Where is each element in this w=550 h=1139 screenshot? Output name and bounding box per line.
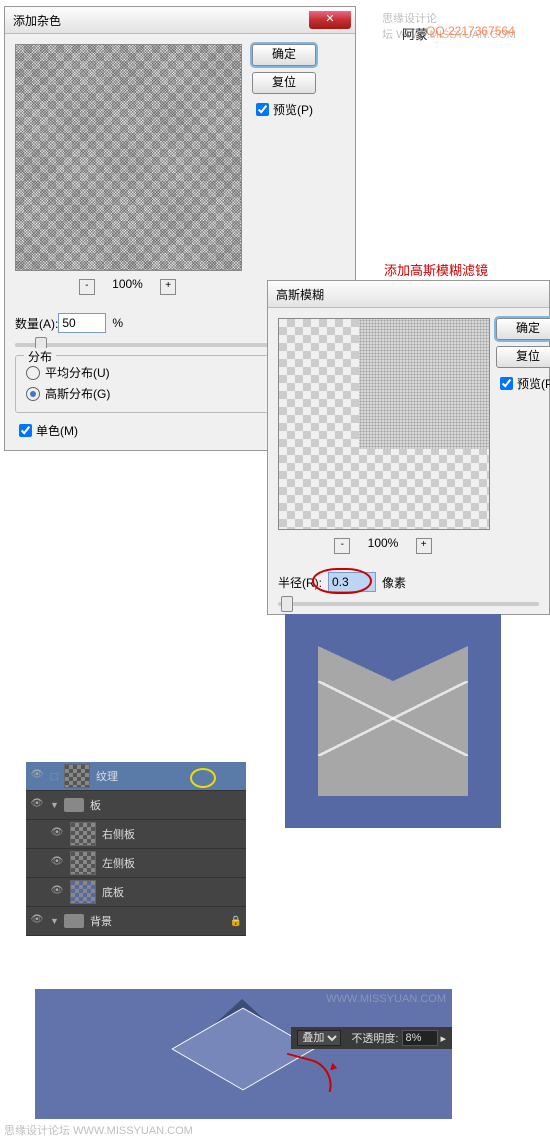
- group-legend: 分布: [24, 348, 56, 365]
- box-3d-icon: [187, 999, 297, 1109]
- dropdown-icon[interactable]: ▸: [440, 1032, 446, 1045]
- layer-label: 底板: [102, 884, 124, 900]
- titlebar[interactable]: 高斯模糊: [268, 281, 549, 308]
- layer-left-board[interactable]: 👁 左侧板: [26, 849, 246, 878]
- visibility-icon[interactable]: 👁: [30, 798, 44, 812]
- layer-thumbnail: [64, 764, 90, 788]
- layer-thumbnail: [70, 880, 96, 904]
- blur-preview: [278, 318, 490, 530]
- layer-label: 背景: [90, 913, 112, 929]
- layer-label: 右侧板: [102, 826, 135, 842]
- visibility-icon[interactable]: 👁: [30, 914, 44, 928]
- texture-result-preview: [285, 614, 501, 828]
- folder-icon: [64, 798, 84, 812]
- reset-button[interactable]: 复位: [252, 72, 316, 94]
- titlebar[interactable]: 添加杂色 ✕: [5, 7, 355, 34]
- link-icon: ⬚: [50, 771, 64, 782]
- unit-label: 像素: [382, 574, 406, 591]
- zoom-out-button[interactable]: -: [79, 279, 95, 295]
- zoom-in-button[interactable]: +: [160, 279, 176, 295]
- pct-label: %: [112, 316, 123, 330]
- layer-texture[interactable]: 👁 ⬚ 纹理: [26, 762, 246, 791]
- zoom-level: 100%: [112, 277, 143, 291]
- watermark-arrow: WWW.MISSYUAN.COM: [326, 993, 446, 1005]
- preview-checkbox[interactable]: [256, 103, 269, 116]
- ok-button[interactable]: 确定: [252, 44, 316, 66]
- layer-label: 纹理: [96, 768, 118, 784]
- layer-thumbnail: [70, 851, 96, 875]
- layer-bottom-board[interactable]: 👁 底板: [26, 878, 246, 907]
- blend-mode-bar: 叠加 不透明度: 8% ▸: [291, 1027, 452, 1049]
- layers-panel: 👁 ⬚ 纹理 👁 ▼ 板 👁 右侧板 👁 左侧板 👁 底板 👁 ▼ 背景 🔒: [26, 762, 246, 936]
- visibility-icon[interactable]: 👁: [50, 856, 64, 870]
- visibility-icon[interactable]: 👁: [50, 885, 64, 899]
- monochrome-label: 单色(M): [36, 422, 78, 439]
- dialog-title: 高斯模糊: [276, 286, 324, 303]
- preview-label: 预览(P: [517, 375, 550, 392]
- noise-preview: [15, 44, 242, 271]
- preview-checkbox[interactable]: [500, 377, 513, 390]
- watermark-bottom: 思缘设计论坛 WWW.MISSYUAN.COM: [4, 1122, 193, 1138]
- collapse-icon[interactable]: ▼: [50, 916, 60, 926]
- layer-group-board[interactable]: 👁 ▼ 板: [26, 791, 246, 820]
- lock-icon: 🔒: [230, 916, 242, 927]
- ok-button[interactable]: 确定: [496, 318, 550, 340]
- visibility-icon[interactable]: 👁: [30, 769, 44, 783]
- zoom-level: 100%: [368, 536, 399, 550]
- annotation-gaussian: 添加高斯模糊滤镜: [384, 260, 488, 279]
- zoom-out-button[interactable]: -: [334, 538, 350, 554]
- credit-name: 阿蒙: [402, 24, 428, 43]
- layer-label: 左侧板: [102, 855, 135, 871]
- reset-button[interactable]: 复位: [496, 346, 550, 368]
- collapse-icon[interactable]: ▼: [50, 800, 60, 810]
- layer-label: 板: [90, 797, 101, 813]
- overlay-result-preview: WWW.MISSYUAN.COM 叠加 不透明度: 8% ▸: [35, 989, 452, 1119]
- dialog-title: 添加杂色: [13, 12, 61, 29]
- opacity-label: 不透明度:: [351, 1030, 398, 1046]
- amount-label: 数量(A):: [15, 315, 58, 332]
- radius-slider[interactable]: [278, 602, 539, 606]
- opacity-value[interactable]: 8%: [402, 1030, 438, 1046]
- zoom-in-button[interactable]: +: [416, 538, 432, 554]
- monochrome-checkbox[interactable]: [19, 424, 32, 437]
- visibility-icon[interactable]: 👁: [50, 827, 64, 841]
- amount-input[interactable]: [58, 313, 106, 333]
- layer-right-board[interactable]: 👁 右侧板: [26, 820, 246, 849]
- blend-mode-select[interactable]: 叠加: [297, 1030, 341, 1046]
- radius-input[interactable]: [328, 572, 376, 592]
- close-icon[interactable]: ✕: [309, 11, 351, 29]
- folder-icon: [64, 914, 84, 928]
- radius-label: 半径(R):: [278, 574, 322, 591]
- layer-thumbnail: [70, 822, 96, 846]
- credit-qq: QQ:2217367564: [426, 24, 515, 38]
- layer-group-bg[interactable]: 👁 ▼ 背景 🔒: [26, 907, 246, 936]
- gaussian-blur-dialog: 高斯模糊 - 100% + 确定 复位 预览(P 半径(R): 像素: [267, 280, 550, 615]
- preview-label: 预览(P): [273, 101, 313, 118]
